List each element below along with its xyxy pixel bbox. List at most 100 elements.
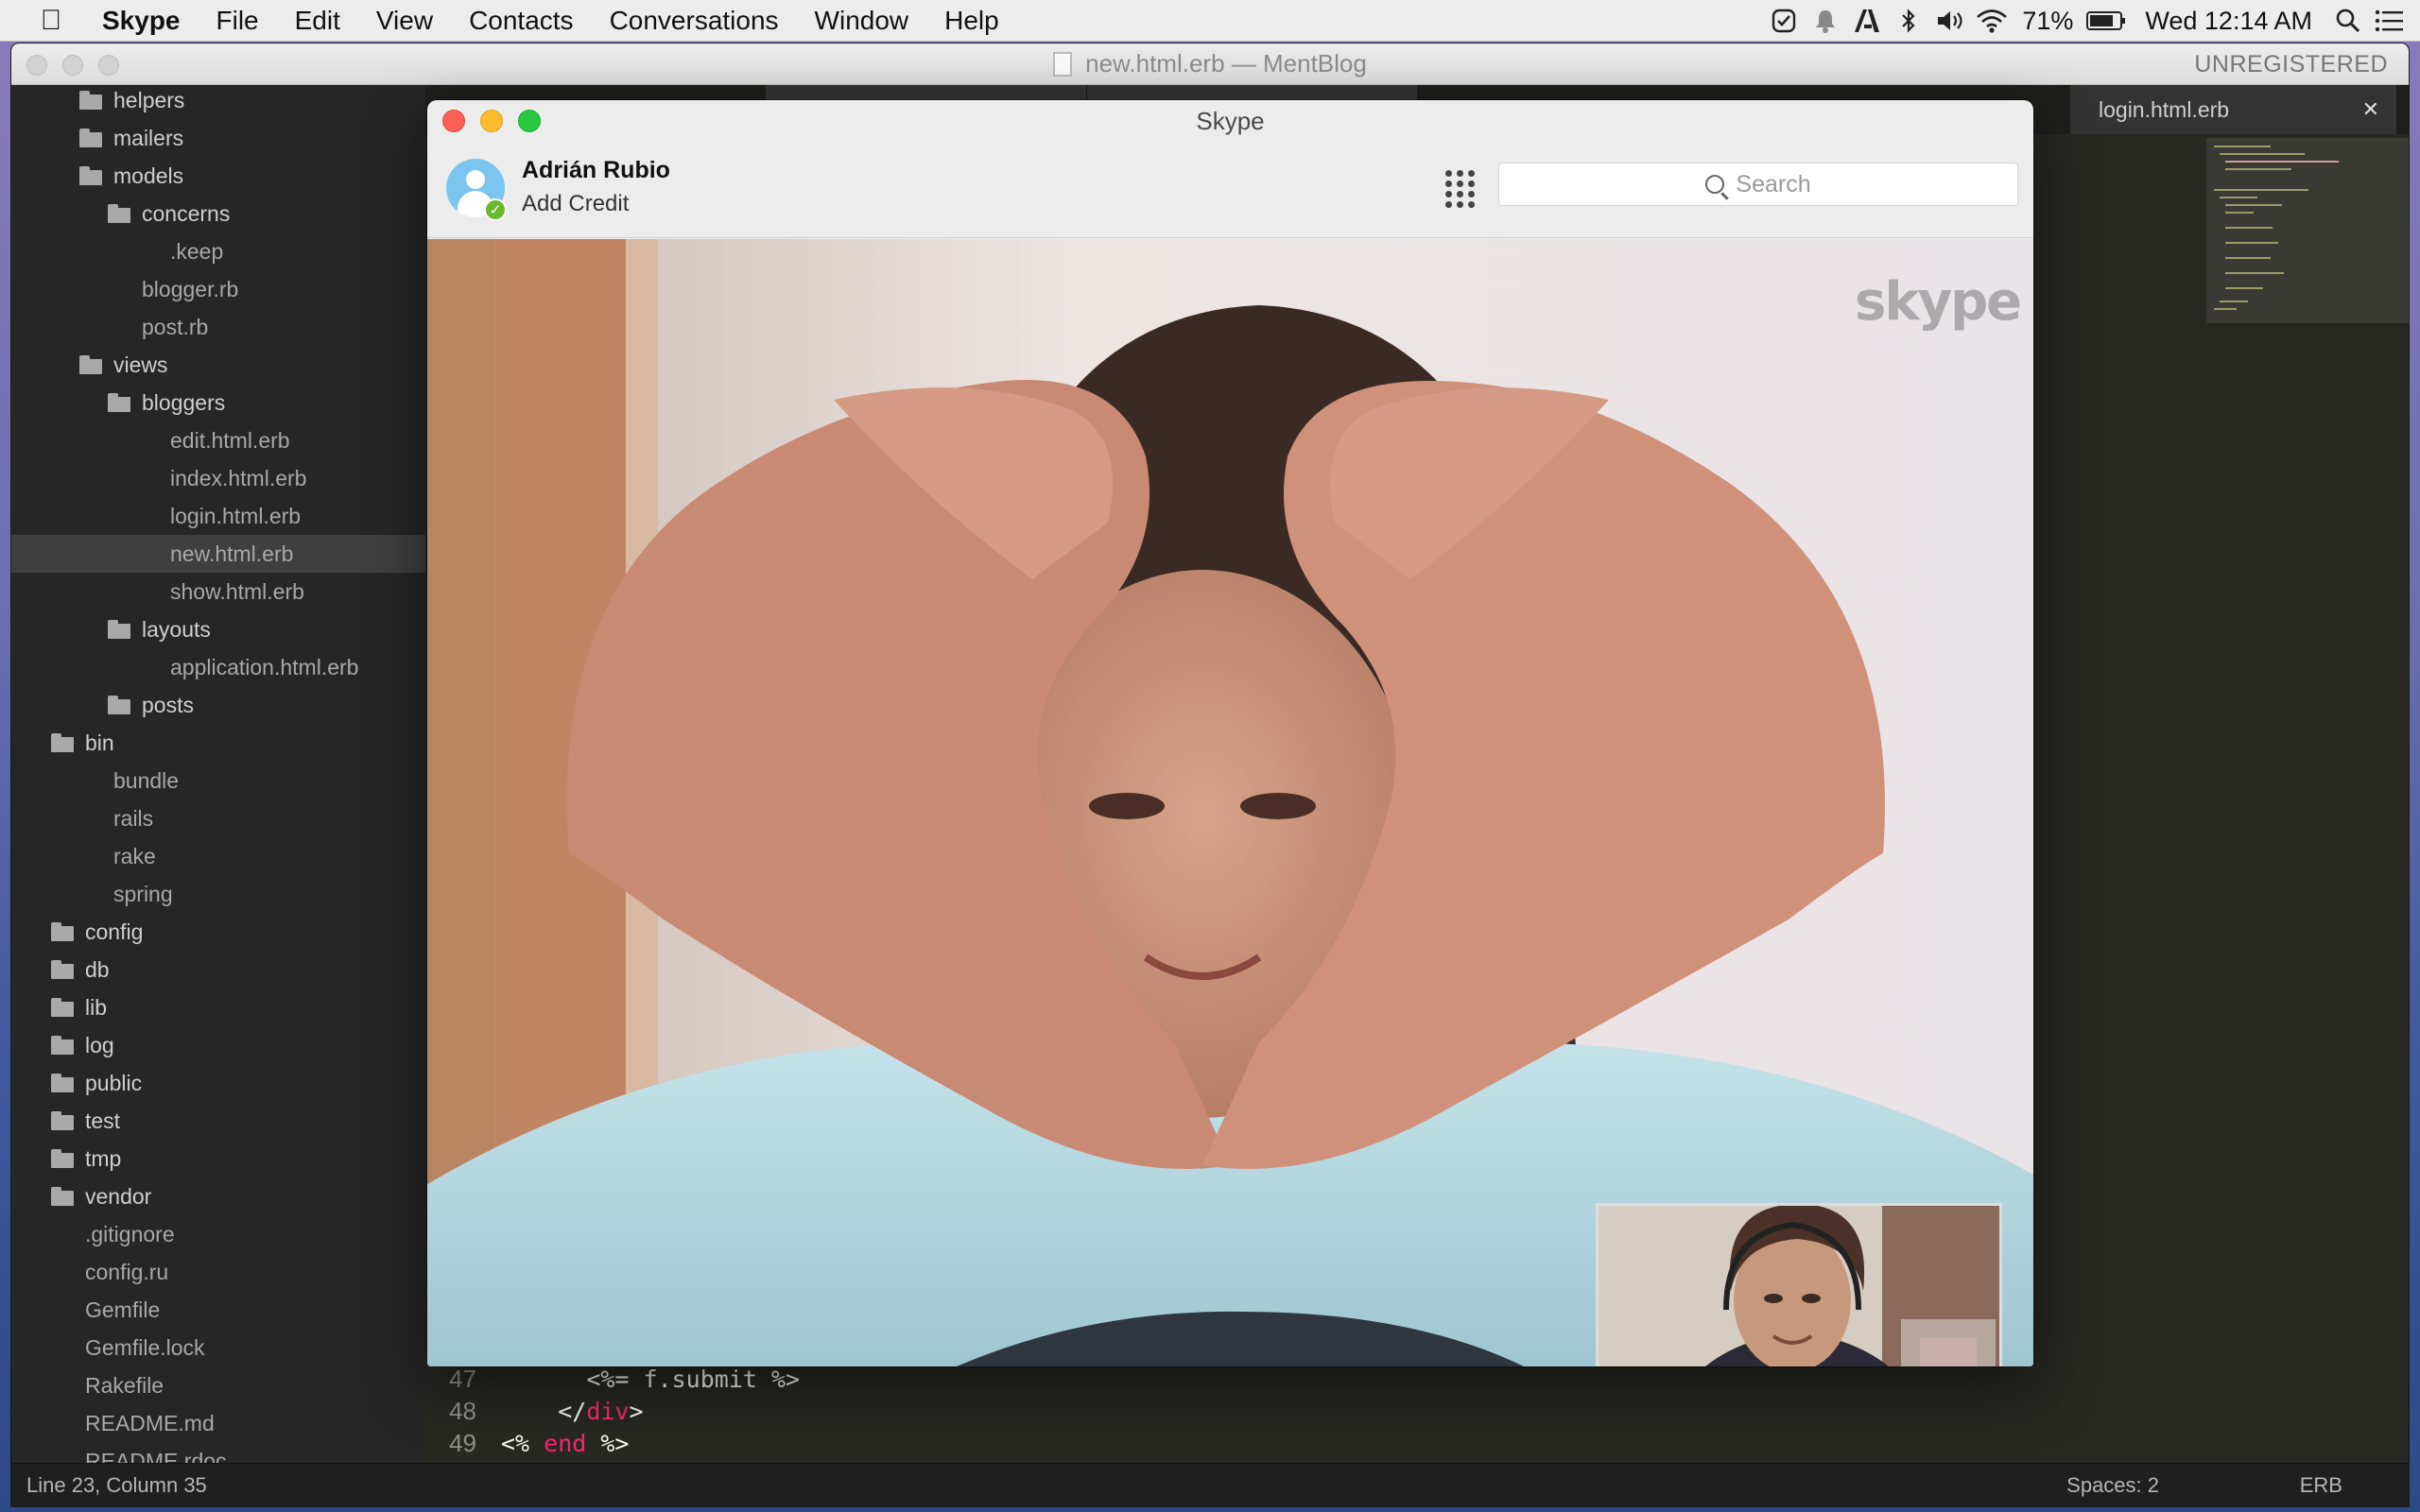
- sidebar-item-posts[interactable]: posts: [11, 686, 425, 724]
- volume-icon[interactable]: [1929, 0, 1971, 42]
- sidebar-item-label: bin: [85, 730, 114, 755]
- code-text: <%= f.submit %>: [586, 1365, 801, 1393]
- sidebar-item-rake[interactable]: rake: [11, 837, 425, 875]
- menu-contacts[interactable]: Contacts: [451, 6, 592, 36]
- code-text: >: [629, 1397, 644, 1425]
- zoom-button[interactable]: [518, 110, 541, 132]
- sidebar-item-label: Rakefile: [85, 1372, 164, 1398]
- menu-help[interactable]: Help: [926, 6, 1017, 36]
- dialpad-icon[interactable]: [1444, 170, 1477, 208]
- status-bar: Line 23, Column 35 Spaces: 2 ERB: [11, 1463, 2409, 1506]
- sidebar-item-helpers[interactable]: helpers: [11, 85, 425, 119]
- folder-icon: [51, 1036, 76, 1055]
- folder-icon: [51, 998, 76, 1017]
- sidebar-item-index-html-erb[interactable]: index.html.erb: [11, 459, 425, 497]
- unregistered-label: UNREGISTERED: [2194, 51, 2388, 77]
- sidebar-item-config[interactable]: config: [11, 913, 425, 951]
- sidebar-item-show-html-erb[interactable]: show.html.erb: [11, 573, 425, 610]
- sidebar-item-readme-md[interactable]: README.md: [11, 1404, 425, 1442]
- sidebar-item-application-html-erb[interactable]: application.html.erb: [11, 648, 425, 686]
- sidebar-item-label: log: [85, 1032, 114, 1057]
- sidebar-item-edit-html-erb[interactable]: edit.html.erb: [11, 421, 425, 459]
- wifi-icon[interactable]: [1971, 0, 2013, 42]
- add-credit-link[interactable]: Add Credit: [522, 191, 629, 217]
- sidebar-item-gemfile[interactable]: Gemfile: [11, 1291, 425, 1329]
- sidebar-item-db[interactable]: db: [11, 951, 425, 988]
- sidebar-item-bloggers[interactable]: bloggers: [11, 384, 425, 421]
- sidebar-item-views[interactable]: views: [11, 346, 425, 384]
- menu-edit[interactable]: Edit: [277, 6, 358, 36]
- sidebar-item-label: show.html.erb: [170, 578, 304, 604]
- search-placeholder: Search: [1736, 170, 1811, 198]
- code-line-49[interactable]: 49 <% end %>: [425, 1427, 629, 1459]
- skype-watermark: skype: [1855, 271, 2022, 333]
- sidebar-item-lib[interactable]: lib: [11, 988, 425, 1026]
- sidebar-item-rails[interactable]: rails: [11, 799, 425, 837]
- sidebar-item-concerns[interactable]: concerns: [11, 195, 425, 232]
- self-view-video[interactable]: [1596, 1203, 2002, 1366]
- menu-view[interactable]: View: [358, 6, 451, 36]
- sidebar-item-blogger-rb[interactable]: blogger.rb: [11, 270, 425, 308]
- sidebar-item-new-html-erb[interactable]: new.html.erb: [11, 535, 425, 573]
- close-button[interactable]: [442, 110, 465, 132]
- sidebar-item-keep[interactable]: .keep: [11, 232, 425, 270]
- sidebar-item-gemfile-lock[interactable]: Gemfile.lock: [11, 1329, 425, 1366]
- sidebar-item-tmp[interactable]: tmp: [11, 1140, 425, 1177]
- sidebar-item-test[interactable]: test: [11, 1102, 425, 1140]
- sidebar-item-public[interactable]: public: [11, 1064, 425, 1102]
- sidebar-item-label: blogger.rb: [142, 276, 239, 301]
- editor-close-button[interactable]: [26, 55, 47, 76]
- notifications-bell-icon[interactable]: [1805, 0, 1846, 42]
- sidebar-item-post-rb[interactable]: post.rb: [11, 308, 425, 346]
- sidebar-item-models[interactable]: models: [11, 157, 425, 195]
- menu-file[interactable]: File: [199, 6, 277, 36]
- sidebar-item-mailers[interactable]: mailers: [11, 119, 425, 157]
- apple-menu-icon[interactable]: : [25, 5, 78, 37]
- battery-icon[interactable]: [2083, 0, 2130, 42]
- sidebar-item-label: lib: [85, 994, 108, 1020]
- indentation-setting[interactable]: Spaces: 2: [2066, 1473, 2159, 1498]
- spotlight-search-icon[interactable]: [2327, 0, 2369, 42]
- sidebar-item-layouts[interactable]: layouts: [11, 610, 425, 648]
- sidebar-item-bundle[interactable]: bundle: [11, 762, 425, 799]
- line-number: 47: [449, 1364, 476, 1393]
- close-icon[interactable]: ✕: [2362, 97, 2379, 122]
- editor-minimize-button[interactable]: [62, 55, 83, 76]
- minimize-button[interactable]: [480, 110, 503, 132]
- sidebar-item-spring[interactable]: spring: [11, 875, 425, 913]
- online-status-icon[interactable]: ✓: [484, 198, 507, 221]
- sidebar-item-config-ru[interactable]: config.ru: [11, 1253, 425, 1291]
- sidebar-item-label: config: [85, 919, 144, 944]
- line-number: 49: [449, 1428, 476, 1457]
- checklist-icon[interactable]: [1763, 0, 1805, 42]
- code-line-47[interactable]: 47 <%= f.submit %>: [425, 1363, 800, 1395]
- menu-app-skype[interactable]: Skype: [78, 6, 199, 36]
- skype-window: Skype ✓ Adrián Rubio Add Credit Search s…: [427, 100, 2033, 1366]
- sidebar-item-rakefile[interactable]: Rakefile: [11, 1366, 425, 1404]
- menu-window[interactable]: Window: [797, 6, 927, 36]
- sidebar-item-login-html-erb[interactable]: login.html.erb: [11, 497, 425, 535]
- folder-open-icon: [79, 166, 104, 185]
- tab-login-html-erb[interactable]: login.html.erb ✕: [2070, 85, 2397, 134]
- adobe-icon[interactable]: [1846, 0, 1888, 42]
- notification-center-icon[interactable]: [2369, 0, 2411, 42]
- editor-zoom-button[interactable]: [98, 55, 119, 76]
- clock[interactable]: Wed 12:14 AM: [2130, 7, 2327, 36]
- remote-video-feed[interactable]: skype: [427, 239, 2033, 1366]
- bluetooth-icon[interactable]: [1888, 0, 1929, 42]
- project-sidebar[interactable]: helpers mailers models concerns .keep blogger…: [11, 85, 425, 1463]
- search-field[interactable]: Search: [1498, 163, 2018, 206]
- sidebar-item-log[interactable]: log: [11, 1026, 425, 1064]
- sidebar-item-gitignore[interactable]: .gitignore: [11, 1215, 425, 1253]
- user-name[interactable]: Adrián Rubio: [522, 157, 670, 184]
- cursor-position: Line 23, Column 35: [26, 1472, 207, 1497]
- sidebar-item-bin[interactable]: bin: [11, 724, 425, 762]
- menu-conversations[interactable]: Conversations: [592, 6, 797, 36]
- syntax-selector[interactable]: ERB: [2300, 1473, 2342, 1498]
- editor-titlebar[interactable]: new.html.erb — MentBlog UNREGISTERED: [11, 43, 2409, 85]
- sidebar-item-readme-rdoc[interactable]: README.rdoc: [11, 1442, 425, 1464]
- code-line-48[interactable]: 48 </div >: [425, 1395, 644, 1427]
- minimap[interactable]: [2206, 138, 2409, 323]
- skype-titlebar[interactable]: Skype: [427, 100, 2033, 142]
- sidebar-item-vendor[interactable]: vendor: [11, 1177, 425, 1215]
